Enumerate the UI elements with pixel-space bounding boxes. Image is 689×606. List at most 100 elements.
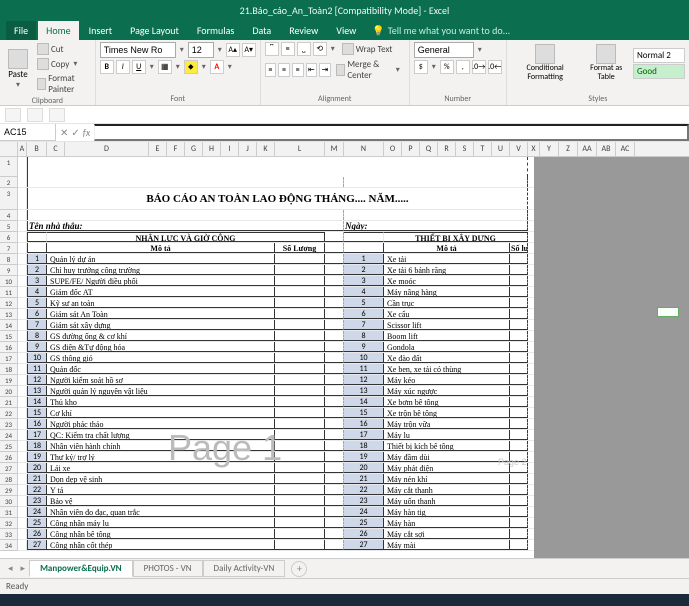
- cell[interactable]: [325, 265, 344, 275]
- row-header-14[interactable]: 14: [0, 320, 18, 331]
- cell[interactable]: 25: [344, 518, 384, 528]
- cell[interactable]: Máy cắt thanh: [384, 485, 510, 495]
- cell[interactable]: 17: [27, 430, 47, 440]
- cell[interactable]: [18, 397, 27, 407]
- row-header-6[interactable]: 6: [0, 232, 18, 243]
- cell[interactable]: [325, 232, 344, 242]
- cell[interactable]: [18, 507, 27, 517]
- cell[interactable]: [325, 342, 344, 352]
- cell[interactable]: 18: [344, 441, 384, 451]
- cell[interactable]: Xe ben, xe tải có thùng: [384, 364, 510, 374]
- cell[interactable]: Gondola: [384, 342, 510, 352]
- cell[interactable]: [510, 364, 528, 374]
- cell[interactable]: Dọn dẹp vệ sinh: [47, 474, 275, 484]
- cell[interactable]: [344, 243, 384, 253]
- col-header-N[interactable]: N: [344, 142, 384, 156]
- cell[interactable]: [275, 540, 325, 550]
- col-header-H[interactable]: H: [203, 142, 221, 156]
- col-header-E[interactable]: E: [149, 142, 167, 156]
- row-header-28[interactable]: 28: [0, 474, 18, 485]
- enter-formula-button[interactable]: ✓: [71, 126, 79, 139]
- cell[interactable]: [18, 364, 27, 374]
- cell[interactable]: [18, 408, 27, 418]
- cell[interactable]: [18, 331, 27, 341]
- row-header-9[interactable]: 9: [0, 265, 18, 276]
- cell[interactable]: QC: Kiểm tra chất lượng: [47, 430, 275, 440]
- col-header-K[interactable]: K: [257, 142, 275, 156]
- col-header-G[interactable]: G: [185, 142, 203, 156]
- cell[interactable]: [325, 419, 344, 429]
- col-header-R[interactable]: R: [438, 142, 456, 156]
- cell[interactable]: [325, 276, 344, 286]
- cell[interactable]: 2: [27, 265, 47, 275]
- row-header-16[interactable]: 16: [0, 342, 18, 353]
- row-header-12[interactable]: 12: [0, 298, 18, 309]
- italic-button[interactable]: I: [116, 60, 130, 74]
- cell[interactable]: [325, 540, 344, 550]
- cell[interactable]: 24: [344, 507, 384, 517]
- col-header-S[interactable]: S: [456, 142, 474, 156]
- col-header-B[interactable]: B: [27, 142, 47, 156]
- cell[interactable]: [325, 496, 344, 506]
- cell[interactable]: 1: [344, 254, 384, 264]
- cell[interactable]: [275, 397, 325, 407]
- cell[interactable]: [18, 320, 27, 330]
- row-header-3[interactable]: 3: [0, 188, 18, 210]
- cell[interactable]: 16: [344, 419, 384, 429]
- cell[interactable]: 8: [27, 331, 47, 341]
- cell[interactable]: [510, 276, 528, 286]
- col-header-C[interactable]: C: [47, 142, 65, 156]
- row-header-25[interactable]: 25: [0, 441, 18, 452]
- percent-button[interactable]: %: [440, 60, 454, 74]
- row-header-22[interactable]: 22: [0, 408, 18, 419]
- cell[interactable]: [18, 309, 27, 319]
- cell[interactable]: [27, 157, 528, 177]
- cell[interactable]: 26: [27, 529, 47, 539]
- cell[interactable]: 13: [344, 386, 384, 396]
- cell[interactable]: [18, 441, 27, 451]
- cell[interactable]: Mô tả: [47, 243, 275, 253]
- font-size-input[interactable]: [188, 42, 214, 58]
- cell[interactable]: [510, 463, 528, 473]
- cell[interactable]: [510, 353, 528, 363]
- sheet-tab-3[interactable]: Daily Activity-VN: [203, 560, 286, 577]
- cell[interactable]: Xe trộn bê tông: [384, 408, 510, 418]
- cell[interactable]: Xe moóc: [384, 276, 510, 286]
- cell[interactable]: [510, 375, 528, 385]
- cell[interactable]: Số lượng: [510, 243, 528, 253]
- cell[interactable]: [510, 430, 528, 440]
- cell[interactable]: THIẾT BỊ XÂY DỰNG: [384, 232, 528, 242]
- cell[interactable]: [275, 331, 325, 341]
- cell[interactable]: [325, 485, 344, 495]
- cell[interactable]: [275, 353, 325, 363]
- wrap-text-button[interactable]: Wrap Text: [339, 42, 396, 56]
- conditional-formatting-button[interactable]: Conditional Formatting: [511, 42, 580, 84]
- cell[interactable]: [18, 452, 27, 462]
- cell[interactable]: Máy uốn thanh: [384, 496, 510, 506]
- row-header-7[interactable]: 7: [0, 243, 18, 254]
- row-header-30[interactable]: 30: [0, 496, 18, 507]
- cell[interactable]: [275, 287, 325, 297]
- row-header-2[interactable]: 2: [0, 177, 18, 188]
- cell[interactable]: 9: [27, 342, 47, 352]
- cancel-formula-button[interactable]: ✕: [60, 126, 68, 139]
- cell[interactable]: [510, 265, 528, 275]
- cell[interactable]: [275, 364, 325, 374]
- accounting-format-button[interactable]: $: [414, 60, 428, 74]
- cell[interactable]: [325, 452, 344, 462]
- cell[interactable]: [18, 496, 27, 506]
- col-header-P[interactable]: P: [402, 142, 420, 156]
- cell[interactable]: [510, 441, 528, 451]
- cell[interactable]: Máy cắt sợi: [384, 529, 510, 539]
- col-header-Z[interactable]: Z: [559, 142, 578, 156]
- cell[interactable]: 4: [344, 287, 384, 297]
- sheet-tab-2[interactable]: PHOTOS - VN: [133, 560, 203, 577]
- cell[interactable]: Công nhân máy lu: [47, 518, 275, 528]
- row-header-15[interactable]: 15: [0, 331, 18, 342]
- decrease-indent-button[interactable]: ⇤: [306, 63, 318, 77]
- cell[interactable]: Người quản lý nguyên vật liệu: [47, 386, 275, 396]
- cell[interactable]: 15: [27, 408, 47, 418]
- cell[interactable]: NHÂN LỰC VÀ GIỜ CÔNG: [47, 232, 325, 242]
- cell[interactable]: [344, 177, 528, 187]
- border-button[interactable]: ▦: [158, 60, 172, 74]
